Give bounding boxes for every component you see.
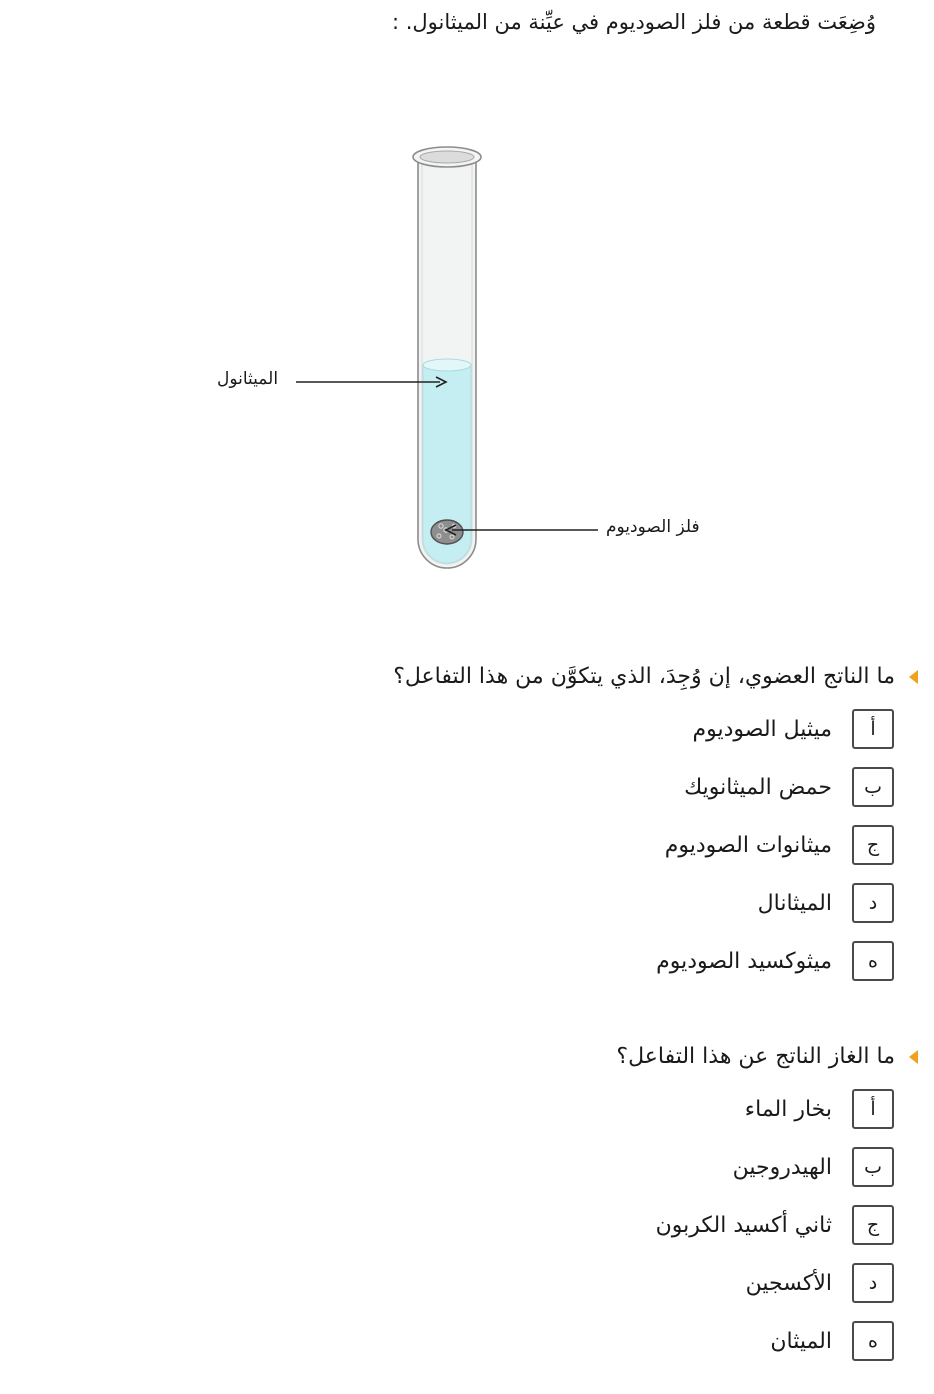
option-text: بخار الماء bbox=[744, 1096, 832, 1122]
intro-text: وُضِعَت قطعة من فلز الصوديوم في عيِّنة م… bbox=[392, 10, 876, 34]
option-d[interactable]: د الأكسجين bbox=[220, 1262, 894, 1304]
question-2-prompt: ما الغاز الناتج عن هذا التفاعل؟ bbox=[616, 1044, 895, 1069]
question-2: ما الغاز الناتج عن هذا التفاعل؟ أ بخار ا… bbox=[220, 1044, 920, 1378]
question-marker-icon bbox=[909, 669, 918, 684]
option-e[interactable]: ه الميثان bbox=[220, 1320, 894, 1362]
option-text: الأكسجين bbox=[745, 1270, 832, 1296]
question-1-prompt: ما الناتج العضوي، إن وُجِدَ، الذي يتكوَّ… bbox=[393, 664, 895, 689]
option-c[interactable]: ج ثاني أكسيد الكربون bbox=[220, 1204, 894, 1246]
liquid-surface bbox=[422, 358, 472, 372]
option-text: ميثيل الصوديوم bbox=[692, 716, 832, 742]
option-letter-box[interactable]: د bbox=[852, 883, 894, 923]
question-marker-icon bbox=[909, 1049, 918, 1064]
option-letter-box[interactable]: ب bbox=[852, 767, 894, 807]
methanol-label: الميثانول bbox=[217, 369, 279, 389]
option-a[interactable]: أ ميثيل الصوديوم bbox=[220, 708, 894, 750]
question-2-options: أ بخار الماء ب الهيدروجين ج ثاني أكسيد ا… bbox=[220, 1088, 920, 1362]
option-text: حمض الميثانويك bbox=[684, 774, 832, 800]
option-letter-box[interactable]: ه bbox=[852, 941, 894, 981]
option-text: الميثانال bbox=[757, 890, 832, 916]
question-1-options: أ ميثيل الصوديوم ب حمض الميثانويك ج ميثا… bbox=[220, 708, 920, 982]
option-b[interactable]: ب حمض الميثانويك bbox=[220, 766, 894, 808]
option-b[interactable]: ب الهيدروجين bbox=[220, 1146, 894, 1188]
option-e[interactable]: ه ميثوكسيد الصوديوم bbox=[220, 940, 894, 982]
option-letter-box[interactable]: ه bbox=[852, 1321, 894, 1361]
option-text: ميثانوات الصوديوم bbox=[664, 832, 832, 858]
option-letter-box[interactable]: أ bbox=[852, 1089, 894, 1129]
test-tube-figure: الميثانول فلز الصوديوم bbox=[200, 135, 740, 585]
option-a[interactable]: أ بخار الماء bbox=[220, 1088, 894, 1130]
option-text: الهيدروجين bbox=[732, 1154, 832, 1180]
option-letter-box[interactable]: ب bbox=[852, 1147, 894, 1187]
option-d[interactable]: د الميثانال bbox=[220, 882, 894, 924]
option-letter-box[interactable]: أ bbox=[852, 709, 894, 749]
option-text: الميثان bbox=[770, 1328, 832, 1354]
option-letter-box[interactable]: د bbox=[852, 1263, 894, 1303]
question-1: ما الناتج العضوي، إن وُجِدَ، الذي يتكوَّ… bbox=[220, 664, 920, 998]
option-text: ثاني أكسيد الكربون bbox=[655, 1212, 832, 1238]
option-letter-box[interactable]: ج bbox=[852, 825, 894, 865]
option-letter-box[interactable]: ج bbox=[852, 1205, 894, 1245]
option-c[interactable]: ج ميثانوات الصوديوم bbox=[220, 824, 894, 866]
sodium-label: فلز الصوديوم bbox=[606, 517, 700, 537]
option-text: ميثوكسيد الصوديوم bbox=[656, 948, 832, 974]
